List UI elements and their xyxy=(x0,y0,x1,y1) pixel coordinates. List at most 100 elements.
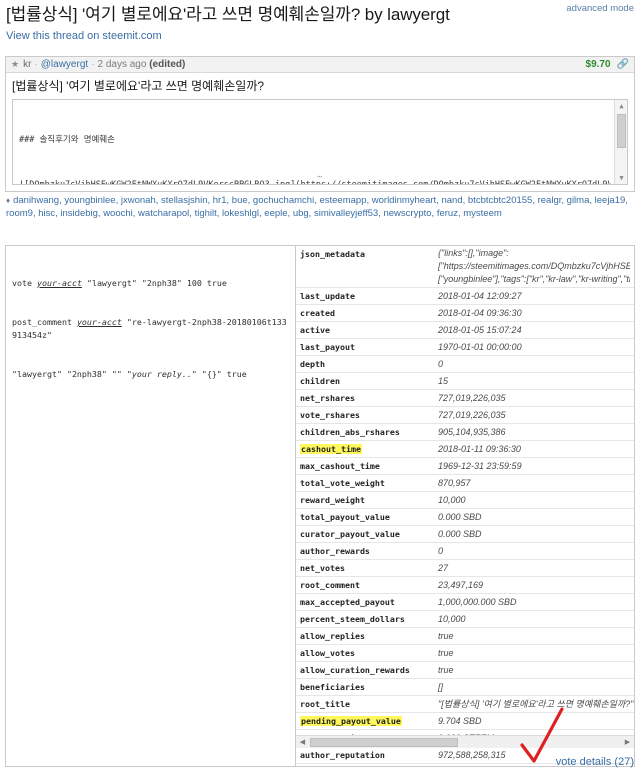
table-row: author_rewards 0 xyxy=(296,543,634,560)
metadata-key: last_payout xyxy=(300,342,355,352)
voter-link[interactable]: leeja19 xyxy=(595,195,626,206)
metadata-value: [] xyxy=(438,682,444,692)
metadata-value: 727,019,226,035 xyxy=(438,410,506,420)
table-row: allow_replies true xyxy=(296,628,634,645)
post-author[interactable]: @lawyergt xyxy=(41,59,88,70)
voter-link[interactable]: newscrypto xyxy=(383,208,431,219)
separator-dot-2: · xyxy=(91,59,95,70)
table-row: created 2018-01-04 09:36:30 xyxy=(296,305,634,322)
app-window: [법률상식] '여기 별로에요'라고 쓰면 명예훼손일까? by lawyerg… xyxy=(0,0,640,769)
metadata-key: curator_payout_value xyxy=(300,529,400,539)
post-title: [법률상식] '여기 별로에요'라고 쓰면 명예훼손일까? xyxy=(12,79,265,93)
voter-link[interactable]: nand xyxy=(441,195,462,206)
arrow-right-icon[interactable]: ▶ xyxy=(621,738,634,746)
metadata-value: 27 xyxy=(438,563,449,573)
voter-link[interactable]: hisc xyxy=(38,208,55,219)
voters-icon: ♦ xyxy=(6,196,11,205)
metadata-key: net_votes xyxy=(300,563,345,573)
metadata-value: 10,000 xyxy=(438,614,466,624)
table-row: allow_votes true xyxy=(296,645,634,662)
voter-link[interactable]: ubg xyxy=(293,208,309,219)
metadata-key: net_rshares xyxy=(300,393,355,403)
voter-link[interactable]: gochuchamchi xyxy=(253,195,314,206)
body-scrollbar[interactable]: ▲ ▼ xyxy=(614,100,627,184)
voter-link[interactable]: feruz xyxy=(437,208,458,219)
voter-link[interactable]: stellasjshin xyxy=(161,195,207,206)
metadata-key: depth xyxy=(300,359,325,369)
metadata-key: allow_votes xyxy=(300,648,355,658)
metadata-value-line: {"links":[],"image": xyxy=(438,248,509,258)
post-body-editor[interactable]: ### 솔직후기와 명예훼손 ![DQmbzku7cVjhHSEwKGW2FtN… xyxy=(12,99,628,185)
voter-link[interactable]: jxwonah xyxy=(121,195,156,206)
post-edited-badge: (edited) xyxy=(149,59,186,70)
tag-icon: ★ xyxy=(11,59,20,69)
view-thread-link[interactable]: View this thread on steemit.com xyxy=(6,30,632,42)
highlighted-key: cashout_time xyxy=(300,444,362,454)
voter-link[interactable]: lokeshlgl xyxy=(222,208,259,219)
table-row: json_metadata {"links":[],"image": ["https… xyxy=(296,246,634,288)
metadata-panel[interactable]: json_metadata {"links":[],"image": ["https… xyxy=(295,245,635,767)
voter-link[interactable]: youngbinlee xyxy=(64,195,115,206)
cli-commands-panel[interactable]: vote your-acct "lawyergt" "2nph38" 100 t… xyxy=(5,245,295,767)
metadata-value: 9.704 SBD xyxy=(438,716,482,726)
advanced-mode-link[interactable]: advanced mode xyxy=(566,3,634,14)
metadata-key: promoted xyxy=(296,764,434,767)
post-container: ★ kr · @lawyergt · 2 days ago (edited) $… xyxy=(5,56,635,192)
voter-link[interactable]: realgr xyxy=(538,195,562,206)
metadata-value: 1,000,000.000 SBD xyxy=(438,597,517,607)
voter-link[interactable]: hr1 xyxy=(213,195,227,206)
metadata-value: "[법률상식] '여기 별로에요'라고 쓰면 명예훼손일까?" xyxy=(438,699,634,709)
metadata-key: total_payout_value xyxy=(300,512,390,522)
voter-link[interactable]: watcharapol xyxy=(138,208,189,219)
metadata-value: 0 xyxy=(438,546,444,556)
metadata-key: root_title xyxy=(300,699,350,709)
voter-link[interactable]: insidebig xyxy=(60,208,98,219)
metadata-key: max_accepted_payout xyxy=(300,597,395,607)
scroll-up-icon[interactable]: ▲ xyxy=(615,100,627,112)
metadata-value: 2018-01-04 12:09:27 xyxy=(438,291,522,301)
metadata-hscrollbar[interactable]: ◀ ▶ xyxy=(296,735,634,748)
table-row: pending_payout_value 9.704 SBD xyxy=(296,713,634,730)
voter-link[interactable]: esteemapp xyxy=(319,195,366,206)
voter-link[interactable]: eeple xyxy=(264,208,287,219)
post-category[interactable]: kr xyxy=(23,59,31,70)
metadata-value-line: ["youngbinlee"],"tags":["kr","kr-law","k… xyxy=(438,274,630,284)
voter-link[interactable]: danihwang xyxy=(13,195,59,206)
voter-link[interactable]: room9 xyxy=(6,208,33,219)
resize-handle[interactable]: ⋯ xyxy=(317,169,323,184)
table-row: net_rshares 727,019,226,035 xyxy=(296,390,634,407)
cli-line: post_comment your-acct "re-lawyergt-2nph… xyxy=(12,317,287,340)
metadata-value: 905,104,935,386 xyxy=(438,427,506,437)
metadata-key: pending_payout_value xyxy=(296,713,434,730)
voter-link[interactable]: gilma xyxy=(567,195,590,206)
vote-details-link[interactable]: vote details (27) xyxy=(556,756,634,768)
metadata-key: vote_rshares xyxy=(300,410,360,420)
voter-link[interactable]: woochi xyxy=(103,208,133,219)
voter-link[interactable]: mysteem xyxy=(463,208,502,219)
scrollbar-thumb[interactable] xyxy=(617,114,626,148)
table-row: active 2018-01-05 15:07:24 xyxy=(296,322,634,339)
cli-line: vote your-acct "lawyergt" "2nph38" 100 t… xyxy=(12,278,227,288)
hscroll-track[interactable] xyxy=(309,737,621,748)
table-row: last_payout 1970-01-01 00:00:00 xyxy=(296,339,634,356)
voter-link[interactable]: bue xyxy=(232,195,248,206)
table-row: beneficiaries [] xyxy=(296,679,634,696)
table-row: root_title "[법률상식] '여기 별로에요'라고 쓰면 명예훼손일까?… xyxy=(296,696,634,713)
arrow-left-icon[interactable]: ◀ xyxy=(296,738,309,746)
separator-dot: · xyxy=(34,59,38,70)
metadata-value: {"links":[],"image": ["https://steemitima… xyxy=(434,246,634,288)
scroll-down-icon[interactable]: ▼ xyxy=(615,172,627,184)
metadata-value: 0 xyxy=(438,359,444,369)
hscroll-thumb[interactable] xyxy=(310,737,458,747)
metadata-value: 10,000 xyxy=(438,495,466,505)
voter-link[interactable]: simivalleyjeff53 xyxy=(314,208,378,219)
table-row: depth 0 xyxy=(296,356,634,373)
voter-link[interactable]: worldinmyheart xyxy=(372,195,436,206)
voter-link[interactable]: tighilt xyxy=(195,208,217,219)
external-link-icon[interactable]: 🔗 xyxy=(617,59,629,70)
metadata-table: json_metadata {"links":[],"image": ["https… xyxy=(296,246,634,767)
metadata-value: 1969-12-31 23:59:59 xyxy=(438,461,522,471)
post-payout: $9.70 xyxy=(585,59,611,70)
table-row: allow_curation_rewards true xyxy=(296,662,634,679)
voter-link[interactable]: btcbtcbtc20155 xyxy=(468,195,532,206)
